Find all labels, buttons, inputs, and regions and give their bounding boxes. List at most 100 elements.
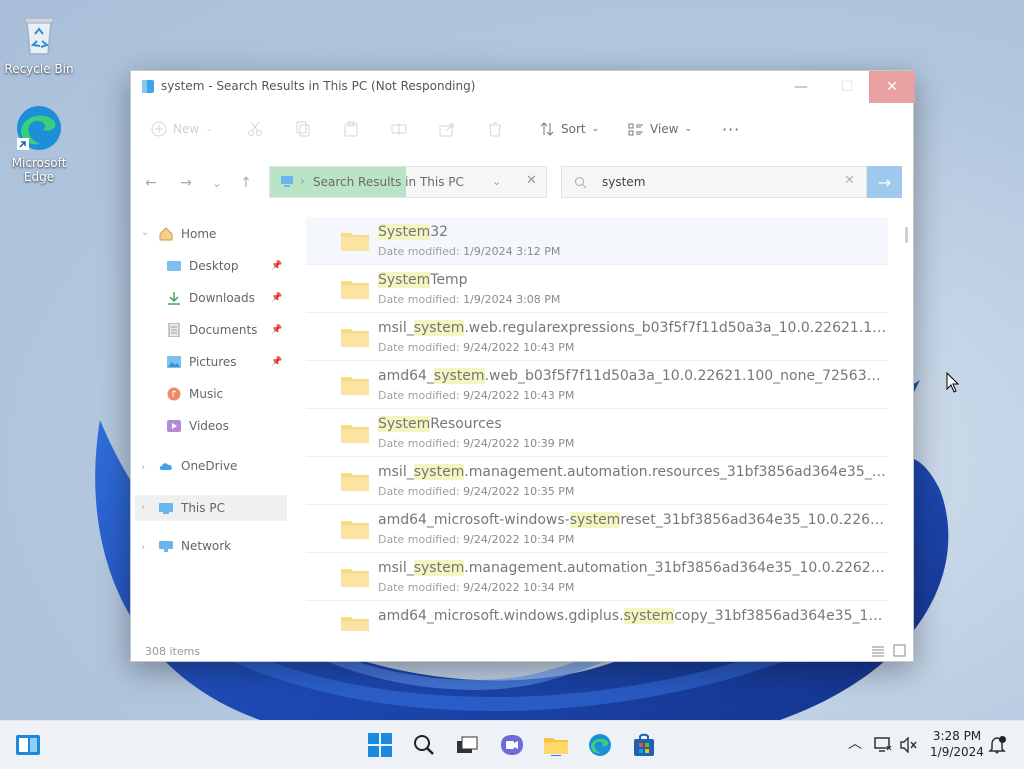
sort-button[interactable]: Sort ⌄: [539, 119, 599, 139]
title-bar[interactable]: system - Search Results in This PC (Not …: [131, 71, 915, 103]
maximize-button[interactable]: ☐: [824, 71, 870, 103]
search-match-highlight: system: [413, 320, 465, 336]
widgets-button[interactable]: [14, 731, 42, 759]
sidebar-item-network[interactable]: Network: [159, 533, 231, 559]
file-meta: Date modified: 9/24/2022 10:34 PM: [378, 581, 574, 594]
date-modified-value: 9/24/2022 10:34 PM: [463, 629, 574, 631]
search-taskbar-button[interactable]: [410, 731, 438, 759]
name-suffix: 32: [430, 224, 449, 240]
vertical-scrollbar[interactable]: [905, 227, 908, 243]
back-arrow-icon[interactable]: ←: [143, 175, 159, 191]
table-row[interactable]: SystemResources Date modified: 9/24/2022 …: [306, 409, 888, 457]
table-row[interactable]: amd64_system.web_b03f5f7f11d50a3a_10.0.2…: [306, 361, 888, 409]
chat-camera-icon: [501, 735, 523, 755]
share-button[interactable]: [439, 119, 455, 139]
copy-icon: [296, 121, 310, 137]
file-meta: Date modified: 9/24/2022 10:34 PM: [378, 533, 574, 546]
desktop-folder-icon: [167, 261, 181, 271]
breadcrumb-search-results[interactable]: Search Results in This PC: [313, 175, 464, 189]
paste-button[interactable]: [343, 119, 359, 139]
table-row[interactable]: msil_system.management.automation.resour…: [306, 457, 888, 505]
rename-icon: [391, 123, 407, 135]
search-submit-arrow-icon[interactable]: →: [867, 166, 902, 198]
name-prefix: amd64_: [378, 368, 434, 384]
network-tray-icon[interactable]: [874, 737, 892, 753]
music-icon: [167, 387, 181, 401]
search-input[interactable]: system: [602, 175, 645, 189]
table-row[interactable]: msil_system.web.regularexpressions_b03f5…: [306, 313, 888, 361]
sidebar-item-onedrive[interactable]: OneDrive: [159, 453, 237, 479]
name-suffix: .management.automation_31bf3856ad364e35_…: [464, 560, 888, 576]
recycle-bin-desktop-icon[interactable]: Recycle Bin: [4, 10, 74, 76]
sidebar-item-desktop[interactable]: Desktop 📌: [167, 253, 287, 279]
folder-icon: [341, 329, 369, 347]
close-button[interactable]: ✕: [869, 71, 915, 103]
sidebar-item-label: Desktop: [189, 259, 239, 273]
sidebar-item-this-pc[interactable]: This PC: [135, 495, 287, 521]
large-icons-view-icon[interactable]: [893, 644, 906, 657]
rename-button[interactable]: [391, 119, 407, 139]
name-prefix: msil_: [378, 560, 414, 576]
view-icon: [628, 123, 643, 136]
sidebar-item-videos[interactable]: Videos: [167, 413, 229, 439]
file-explorer-window[interactable]: system - Search Results in This PC (Not …: [130, 70, 915, 662]
sidebar-item-pictures[interactable]: Pictures 📌: [167, 349, 287, 375]
edge-desktop-icon[interactable]: Microsoft Edge: [4, 104, 74, 184]
new-button[interactable]: New ⌄: [151, 119, 213, 139]
search-box[interactable]: system ✕: [561, 166, 867, 198]
notification-bell-icon[interactable]: [988, 736, 1006, 754]
show-hidden-icons-chevron-icon[interactable]: ︿: [848, 733, 862, 753]
store-taskbar-button[interactable]: [630, 731, 658, 759]
copy-button[interactable]: [295, 119, 311, 139]
home-expand-chevron-icon[interactable]: ⌄: [141, 227, 149, 238]
address-bar[interactable]: › Search Results in This PC ⌄ ✕: [269, 166, 547, 198]
sidebar-item-label: Home: [181, 227, 217, 241]
table-row[interactable]: amd64_microsoft.windows.gdiplus.systemco…: [306, 601, 888, 631]
date-modified-label: Date modified:: [378, 629, 460, 631]
sidebar-item-music[interactable]: Music: [167, 381, 223, 407]
table-row[interactable]: System32 Date modified: 1/9/2024 3:12 PM: [306, 217, 888, 265]
sidebar-item-label: Music: [189, 387, 224, 401]
sidebar-item-home[interactable]: Home: [159, 221, 216, 247]
this-pc-expand-chevron-icon[interactable]: ›: [141, 502, 145, 513]
table-row[interactable]: msil_system.management.automation_31bf38…: [306, 553, 888, 601]
recent-locations-chevron-icon[interactable]: ⌄: [209, 175, 225, 191]
start-button[interactable]: [366, 731, 394, 759]
cut-button[interactable]: [247, 119, 263, 139]
up-arrow-icon[interactable]: ↑: [238, 175, 254, 191]
task-view-button[interactable]: [453, 731, 481, 759]
file-meta: Date modified: 9/24/2022 10:34 PM: [378, 629, 574, 631]
name-prefix: amd64_microsoft.windows.gdiplus.: [378, 608, 624, 624]
search-match-highlight: system: [623, 608, 675, 624]
search-results-list: System32 Date modified: 1/9/2024 3:12 PM S…: [306, 217, 896, 631]
table-row[interactable]: SystemTemp Date modified: 1/9/2024 3:08 P…: [306, 265, 888, 313]
plus-circle-icon: [151, 121, 167, 137]
clock[interactable]: 3:28 PM 1/9/2024: [926, 728, 988, 760]
minimize-button[interactable]: —: [778, 71, 824, 103]
table-row[interactable]: amd64_microsoft-windows-systemreset_31bf…: [306, 505, 888, 553]
search-match-highlight: System: [378, 224, 431, 240]
details-view-icon[interactable]: [871, 645, 885, 657]
pin-icon: 📌: [271, 325, 283, 335]
edge-icon: [15, 104, 63, 152]
address-clear-icon[interactable]: ✕: [526, 173, 537, 188]
delete-button[interactable]: [487, 119, 503, 139]
item-count: 308 items: [145, 645, 201, 658]
volume-muted-icon[interactable]: [900, 737, 918, 753]
file-name: amd64_microsoft-windows-systemreset_31bf…: [378, 512, 888, 528]
chat-button[interactable]: [498, 731, 526, 759]
forward-arrow-icon[interactable]: →: [178, 175, 194, 191]
view-button[interactable]: View ⌄: [628, 119, 692, 139]
network-expand-chevron-icon[interactable]: ›: [141, 542, 145, 553]
file-explorer-taskbar-button[interactable]: [542, 731, 570, 759]
sidebar-item-downloads[interactable]: Downloads 📌: [167, 285, 287, 311]
sidebar-item-documents[interactable]: Documents 📌: [167, 317, 287, 343]
address-dropdown-chevron-icon[interactable]: ⌄: [492, 175, 501, 188]
search-clear-icon[interactable]: ✕: [844, 173, 855, 188]
more-options-button[interactable]: ···: [722, 119, 740, 139]
scissors-icon: [248, 121, 262, 136]
this-pc-icon: [159, 503, 173, 514]
edge-taskbar-button[interactable]: [586, 731, 614, 759]
onedrive-expand-chevron-icon[interactable]: ›: [141, 462, 145, 473]
date-modified-label: Date modified:: [378, 581, 460, 594]
